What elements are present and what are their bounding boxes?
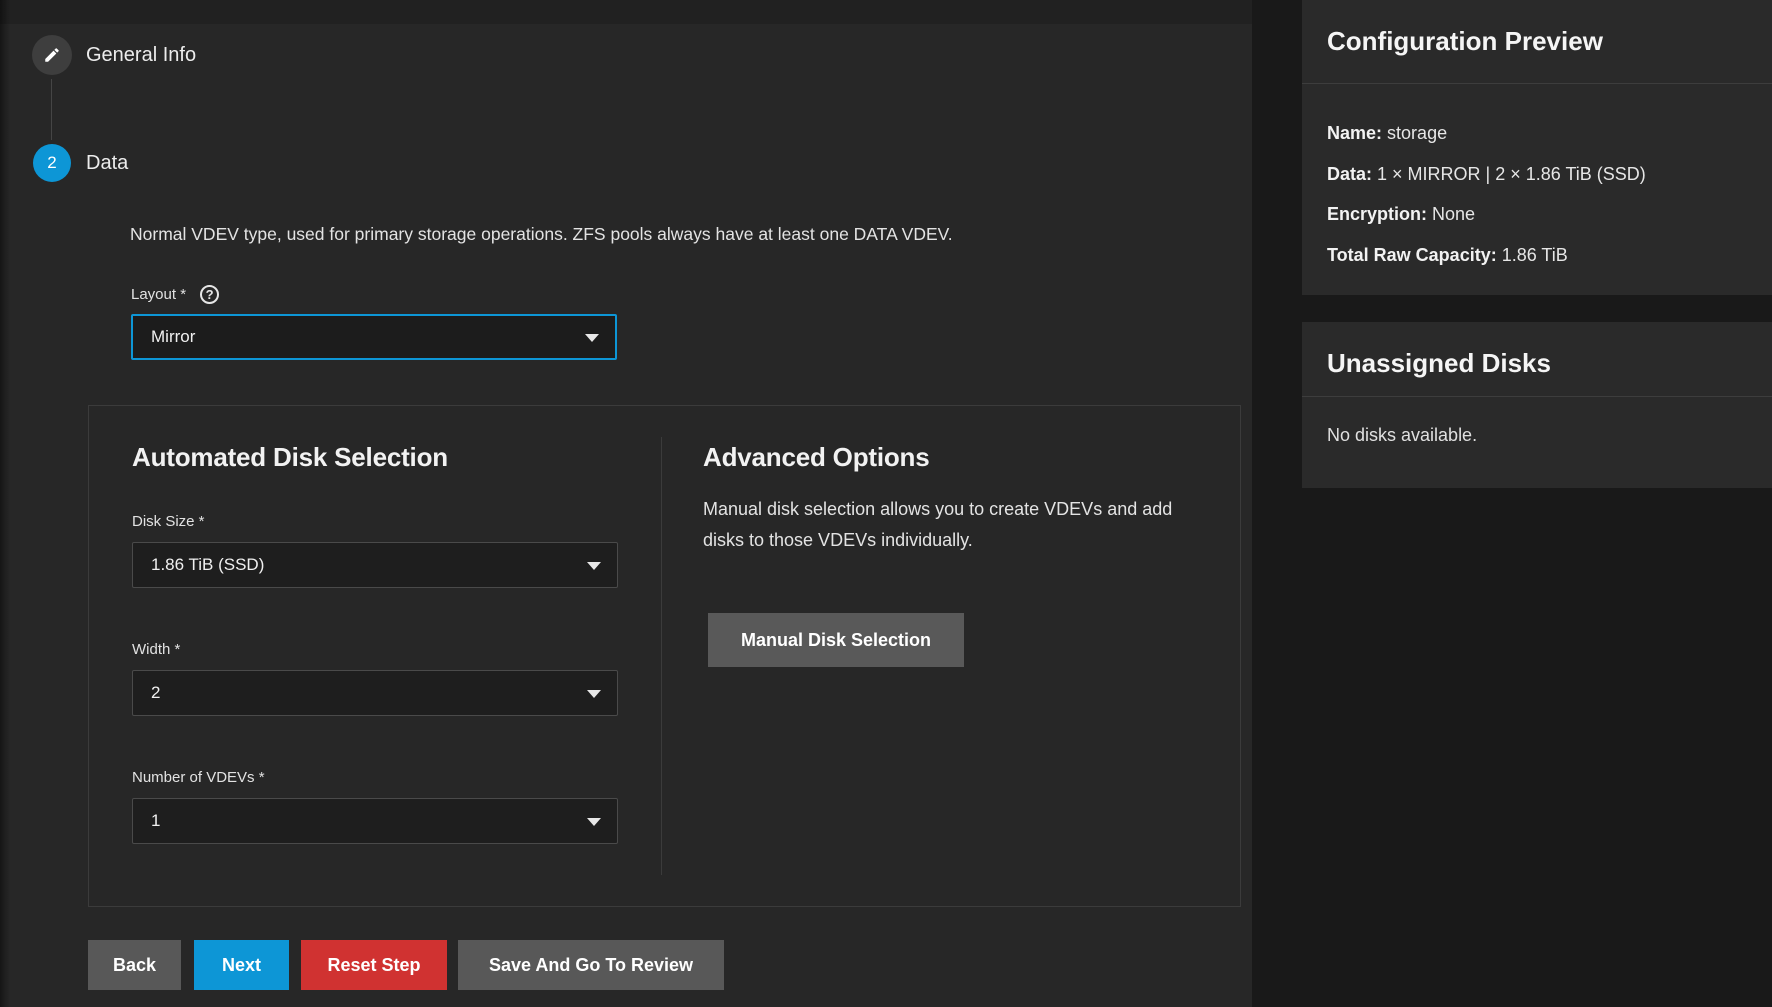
pencil-icon	[43, 46, 61, 64]
preview-row-name: Name: storage	[1327, 113, 1646, 154]
step-label-data[interactable]: Data	[86, 152, 128, 175]
back-button[interactable]: Back	[88, 940, 181, 990]
configuration-preview-rows: Name: storage Data: 1 × MIRROR | 2 × 1.8…	[1327, 113, 1646, 275]
step-data-circle[interactable]: 2	[33, 144, 71, 182]
number-of-vdevs-select[interactable]: 1	[132, 798, 618, 844]
card-divider	[1302, 83, 1772, 84]
advanced-options-description: Manual disk selection allows you to crea…	[703, 494, 1189, 556]
preview-row-total-capacity: Total Raw Capacity: 1.86 TiB	[1327, 235, 1646, 276]
data-vdev-description: Normal VDEV type, used for primary stora…	[130, 224, 953, 245]
column-divider	[661, 437, 662, 875]
preview-row-data: Data: 1 × MIRROR | 2 × 1.86 TiB (SSD)	[1327, 154, 1646, 195]
wizard-main-area: General Info 2 Data Normal VDEV type, us…	[0, 0, 1252, 1007]
chevron-down-icon	[585, 334, 599, 342]
configuration-preview-card: Configuration Preview Name: storage Data…	[1302, 0, 1772, 295]
sidebar: Configuration Preview Name: storage Data…	[1252, 0, 1772, 1007]
width-select[interactable]: 2	[132, 670, 618, 716]
unassigned-disks-card: Unassigned Disks No disks available.	[1302, 322, 1772, 488]
preview-value: None	[1432, 204, 1475, 224]
preview-key: Encryption:	[1327, 204, 1427, 224]
width-label: Width *	[132, 641, 180, 658]
vdevs-selected-value: 1	[151, 811, 160, 831]
next-button[interactable]: Next	[194, 940, 289, 990]
preview-key: Data:	[1327, 164, 1372, 184]
number-of-vdevs-label: Number of VDEVs *	[132, 769, 265, 786]
step-connector-line	[51, 79, 52, 140]
layout-field-label-row: Layout * ?	[131, 285, 219, 304]
chevron-down-icon	[587, 818, 601, 826]
no-disks-available-text: No disks available.	[1327, 425, 1477, 446]
disk-size-select[interactable]: 1.86 TiB (SSD)	[132, 542, 618, 588]
manual-disk-selection-button[interactable]: Manual Disk Selection	[708, 613, 964, 667]
automated-disk-selection-title: Automated Disk Selection	[132, 442, 448, 473]
chevron-down-icon	[587, 562, 601, 570]
save-and-go-to-review-button[interactable]: Save And Go To Review	[458, 940, 724, 990]
unassigned-disks-title: Unassigned Disks	[1327, 348, 1551, 379]
preview-key: Total Raw Capacity:	[1327, 245, 1497, 265]
preview-row-encryption: Encryption: None	[1327, 194, 1646, 235]
step-number-badge: 2	[47, 153, 56, 173]
left-edge-shadow	[0, 0, 10, 1007]
chevron-down-icon	[587, 690, 601, 698]
help-icon[interactable]: ?	[200, 285, 219, 304]
layout-label: Layout *	[131, 286, 186, 303]
reset-step-button[interactable]: Reset Step	[301, 940, 447, 990]
configuration-preview-title: Configuration Preview	[1327, 26, 1603, 57]
layout-select[interactable]: Mirror	[131, 314, 617, 360]
disk-size-selected-value: 1.86 TiB (SSD)	[151, 555, 264, 575]
layout-selected-value: Mirror	[151, 327, 195, 347]
preview-value: 1.86 TiB	[1502, 245, 1568, 265]
disk-size-label: Disk Size *	[132, 513, 205, 530]
step-general-info-circle[interactable]	[32, 35, 72, 75]
preview-value: 1 × MIRROR | 2 × 1.86 TiB (SSD)	[1377, 164, 1646, 184]
width-selected-value: 2	[151, 683, 160, 703]
top-divider-strip	[0, 0, 1252, 24]
preview-key: Name:	[1327, 123, 1382, 143]
pool-wizard-screen: General Info 2 Data Normal VDEV type, us…	[0, 0, 1772, 1007]
card-divider	[1302, 396, 1772, 397]
advanced-options-title: Advanced Options	[703, 442, 930, 473]
preview-value: storage	[1387, 123, 1447, 143]
step-label-general-info[interactable]: General Info	[86, 44, 196, 67]
